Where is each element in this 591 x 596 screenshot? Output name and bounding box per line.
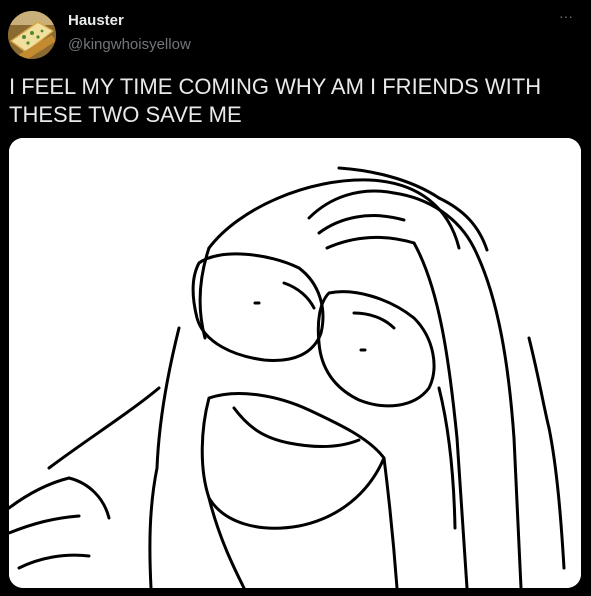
author-name[interactable]: Hauster [68, 12, 124, 30]
crying-meme-drawing [9, 138, 581, 588]
tweet-card: Hauster @kingwhoisyellow ··· I FEEL MY T… [0, 0, 591, 596]
tweet-image[interactable] [9, 138, 581, 588]
avatar[interactable] [8, 11, 56, 59]
garlic-bread-avatar-icon [8, 11, 56, 59]
tweet-text: I FEEL MY TIME COMING WHY AM I FRIENDS W… [9, 74, 542, 127]
author-handle[interactable]: @kingwhoisyellow [68, 36, 191, 54]
more-options-icon[interactable]: ··· [555, 8, 577, 24]
